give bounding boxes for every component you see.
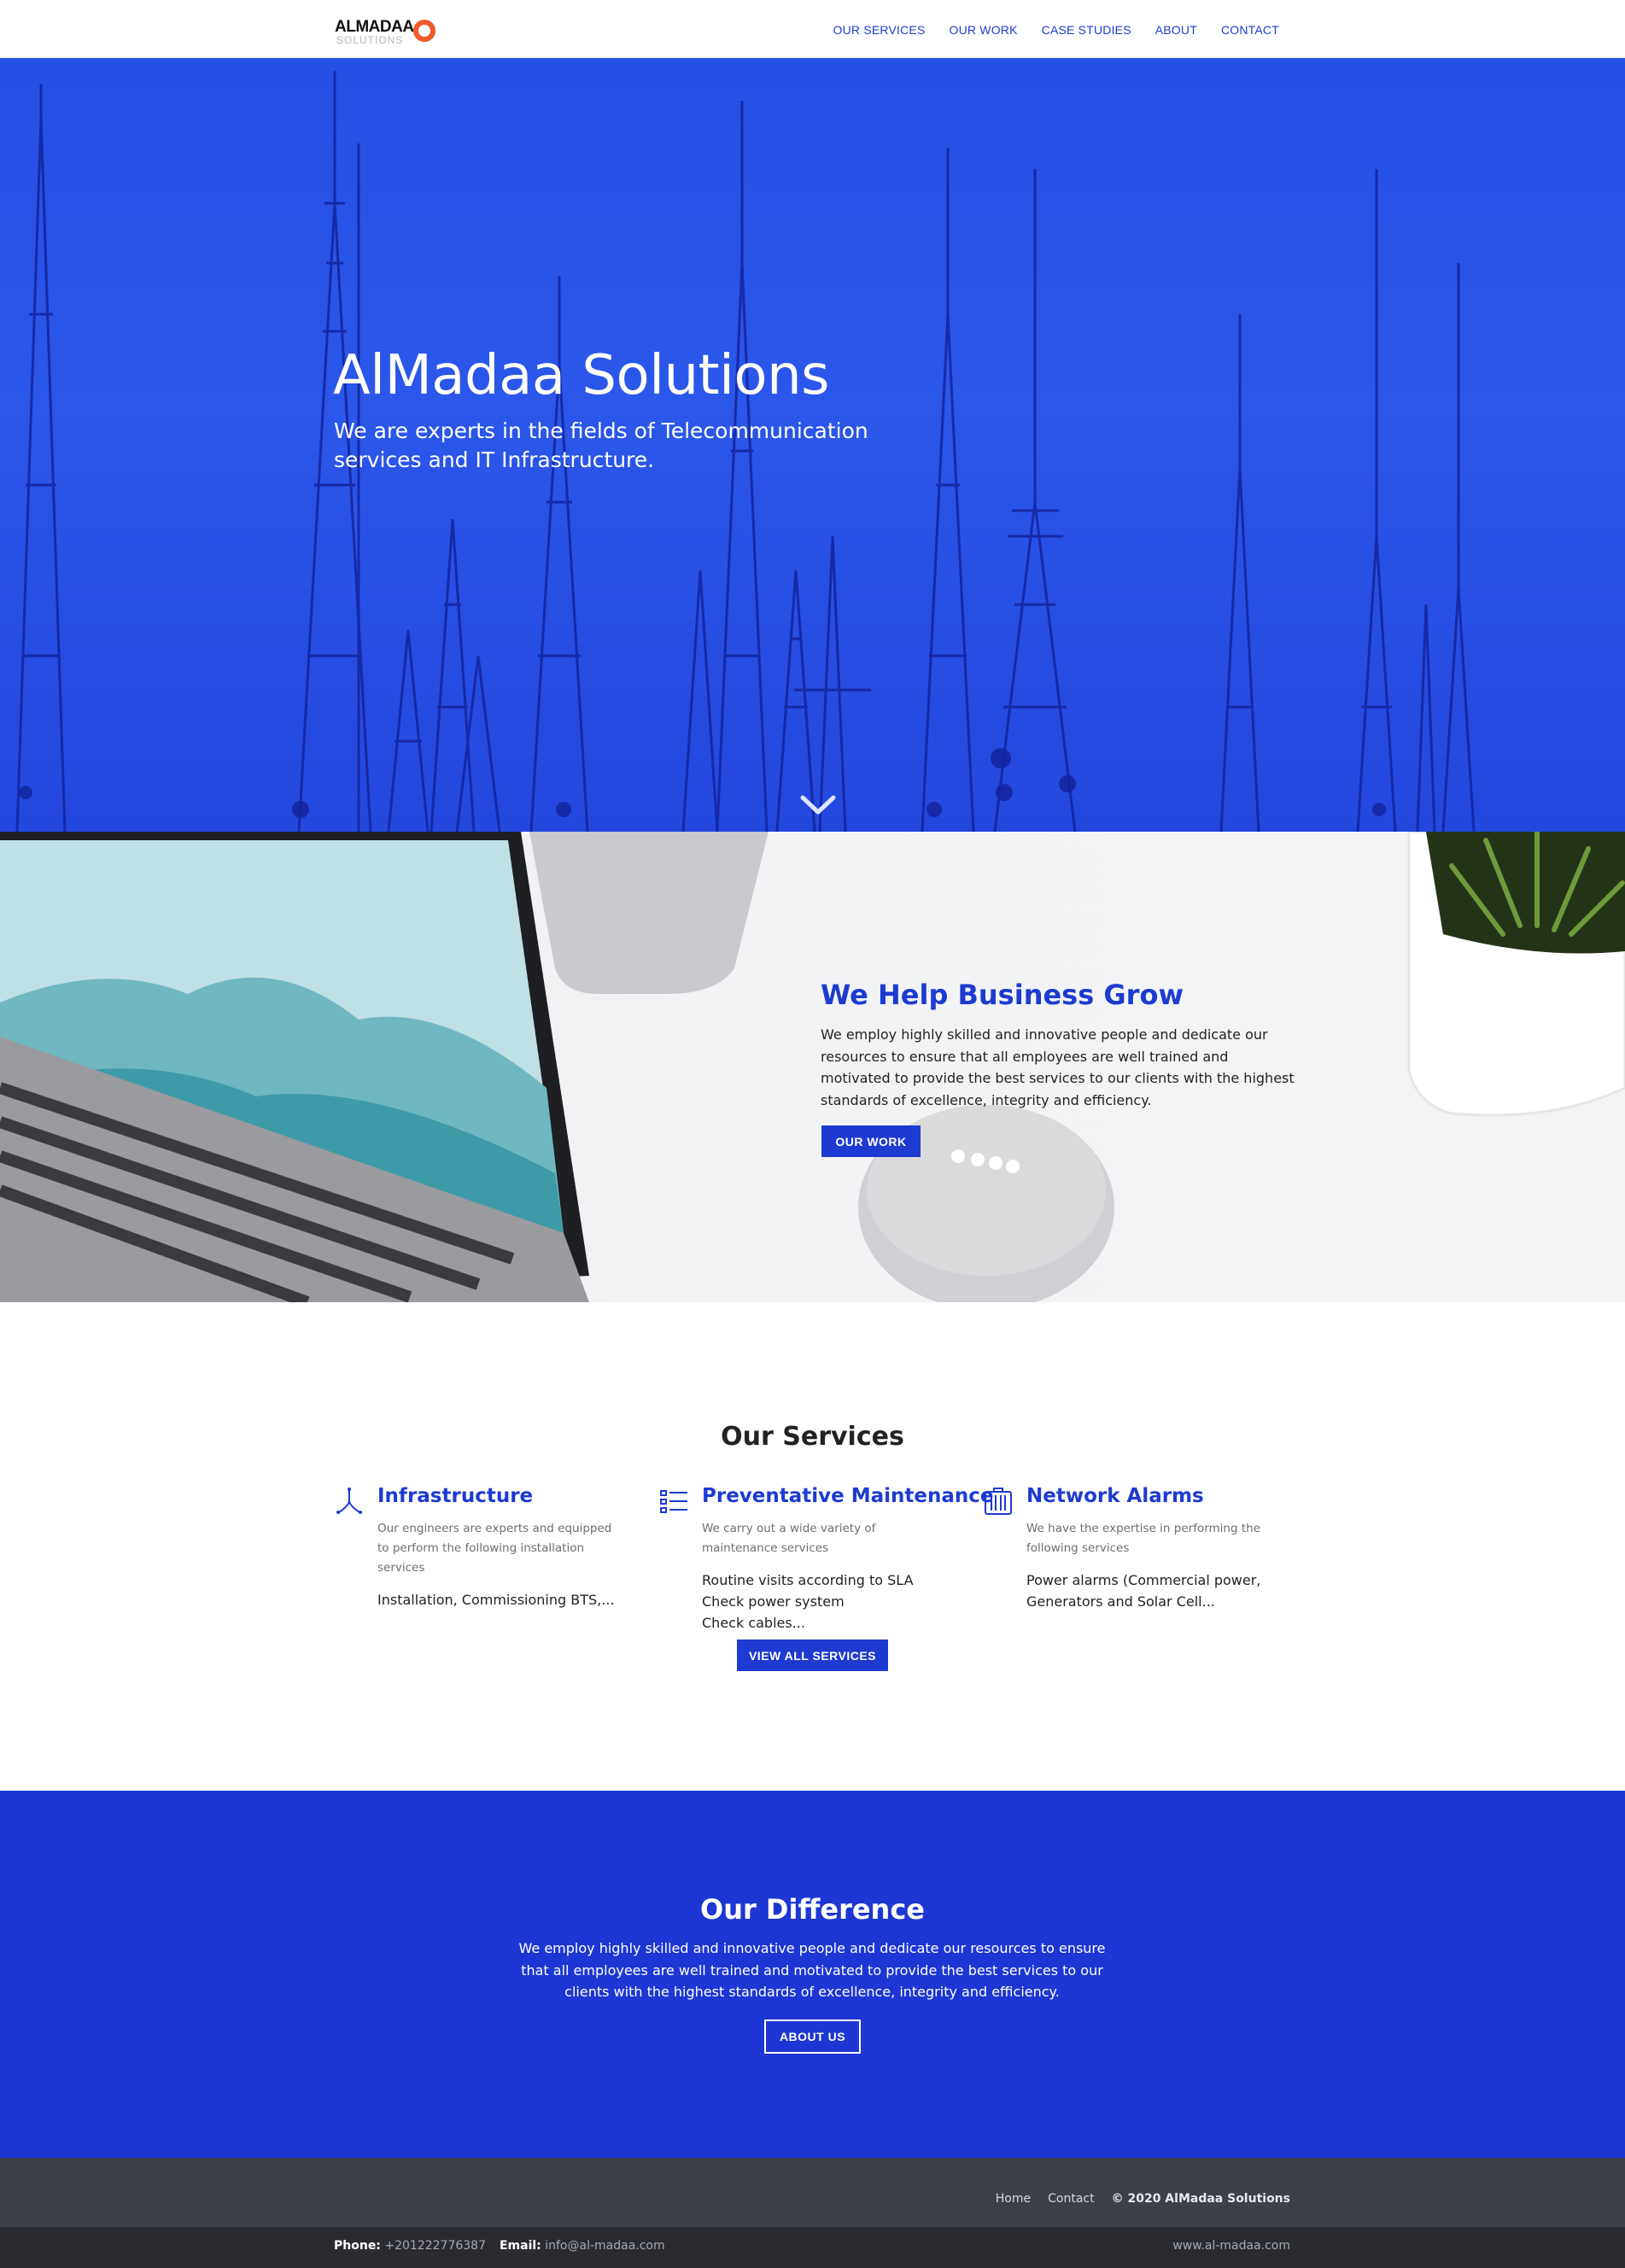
services-section: Our Services Infrastructure Our engineer… xyxy=(0,1302,1625,1791)
nav-link-about[interactable]: ABOUT xyxy=(1155,23,1197,37)
service-title[interactable]: Infrastructure xyxy=(377,1485,533,1507)
site-header: ALMADAA SOLUTIONS OUR SERVICES OUR WORK … xyxy=(0,0,1625,58)
difference-title: Our Difference xyxy=(700,1893,925,1926)
copyright-text: © 2020 AlMadaa Solutions xyxy=(1111,2192,1290,2206)
service-list-item: Routine visits according to SLA xyxy=(702,1572,914,1588)
laptop-desk-image xyxy=(0,832,1625,1302)
nav-link-contact[interactable]: CONTACT xyxy=(1221,23,1279,37)
service-description: We have the expertise in performing the … xyxy=(1026,1522,1260,1555)
footer-links: Home Contact © 2020 AlMadaa Solutions xyxy=(996,2192,1290,2206)
nav-link-our-services[interactable]: OUR SERVICES xyxy=(833,23,926,37)
service-list-item: Installation, Commissioning BTS,... xyxy=(377,1592,615,1608)
email-info: Email: info@al-madaa.com xyxy=(500,2239,665,2253)
business-grow-section: We Help Business Grow We employ highly s… xyxy=(0,832,1625,1302)
phone-info: Phone: +201222776387 xyxy=(334,2239,486,2253)
service-title[interactable]: Preventative Maintenance xyxy=(702,1485,994,1507)
service-list: Routine visits according to SLA Check po… xyxy=(702,1569,950,1634)
network-branch-icon xyxy=(336,1488,362,1514)
service-title[interactable]: Network Alarms xyxy=(1026,1485,1204,1507)
nav-link-our-work[interactable]: OUR WORK xyxy=(949,23,1017,37)
contact-info: Phone: +201222776387 Email: info@al-mada… xyxy=(334,2239,665,2253)
services-title: Our Services xyxy=(721,1422,904,1452)
hero-section: AlMadaa Solutions We are experts in the … xyxy=(0,58,1625,832)
footer-link-contact[interactable]: Contact xyxy=(1048,2192,1094,2206)
hero-title: AlMadaa Solutions xyxy=(333,344,829,407)
phone-number[interactable]: +201222776387 xyxy=(384,2239,486,2253)
main-nav: OUR SERVICES OUR WORK CASE STUDIES ABOUT… xyxy=(833,23,1279,37)
service-description: We carry out a wide variety of maintenan… xyxy=(702,1522,876,1555)
service-list: Installation, Commissioning BTS,... xyxy=(377,1589,625,1610)
about-us-button[interactable]: ABOUT US xyxy=(764,2020,861,2054)
chevron-down-icon[interactable] xyxy=(800,794,836,816)
difference-section: Our Difference We employ highly skilled … xyxy=(0,1791,1625,2158)
view-all-services-button[interactable]: VIEW ALL SERVICES xyxy=(737,1640,888,1671)
nav-link-case-studies[interactable]: CASE STUDIES xyxy=(1042,23,1131,37)
contact-bar: Phone: +201222776387 Email: info@al-mada… xyxy=(0,2227,1625,2268)
hero-subtitle: We are experts in the fields of Telecomm… xyxy=(334,418,868,472)
service-list-item: Check power system xyxy=(702,1593,845,1610)
server-rack-icon xyxy=(985,1488,1012,1515)
service-list-item: Power alarms (Commercial power, Generato… xyxy=(1026,1572,1261,1610)
service-description: Our engineers are experts and equipped t… xyxy=(377,1522,612,1575)
checklist-icon xyxy=(660,1490,687,1513)
footer-link-home[interactable]: Home xyxy=(996,2192,1031,2206)
logo-subtitle: SOLUTIONS xyxy=(336,34,404,46)
our-work-button[interactable]: OUR WORK xyxy=(821,1125,921,1157)
difference-description: We employ highly skilled and innovative … xyxy=(518,1940,1106,2000)
website-link[interactable]: www.al-madaa.com xyxy=(1172,2239,1290,2253)
email-address[interactable]: info@al-madaa.com xyxy=(545,2239,664,2253)
grow-title: We Help Business Grow xyxy=(821,979,1184,1011)
grow-description: We employ highly skilled and innovative … xyxy=(821,1026,1295,1108)
phone-label: Phone: xyxy=(334,2239,381,2253)
brand-logo[interactable]: ALMADAA SOLUTIONS xyxy=(335,15,446,46)
service-list-item: Check cables... xyxy=(702,1615,805,1631)
email-label: Email: xyxy=(499,2239,541,2253)
service-list: Power alarms (Commercial power, Generato… xyxy=(1026,1569,1274,1612)
site-footer: Home Contact © 2020 AlMadaa Solutions xyxy=(0,2158,1625,2227)
logo-ring-icon xyxy=(413,20,435,42)
